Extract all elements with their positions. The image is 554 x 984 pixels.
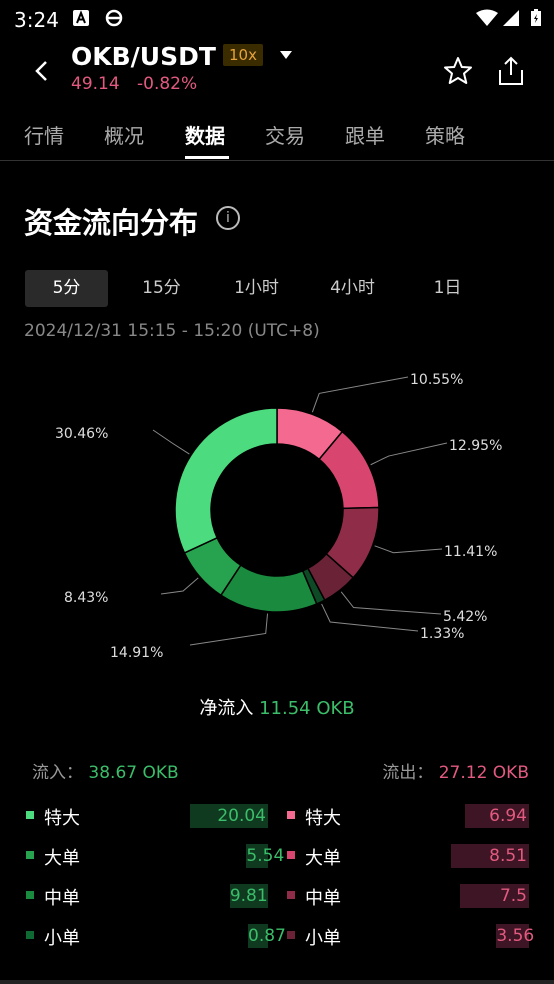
status-time: 3:24 xyxy=(14,8,59,32)
net-flow: 净流入 11.54 OKB xyxy=(0,694,554,720)
leader-line xyxy=(370,442,448,466)
app-a-icon xyxy=(73,10,89,26)
net-flow-label: 净流入 xyxy=(199,698,254,719)
outflow-legend-dot xyxy=(287,931,295,939)
inflow-legend-dot xyxy=(26,811,34,819)
inflow-row-bar: 5.54 xyxy=(246,844,285,868)
outflow-row-bar: 3.56 xyxy=(496,924,535,948)
interval-5m[interactable]: 5分 xyxy=(25,270,108,307)
leader-line xyxy=(160,577,199,595)
share-icon[interactable] xyxy=(497,56,525,86)
inflow-row-label: 大单 xyxy=(44,848,80,869)
tab-underline xyxy=(185,156,229,159)
net-flow-value: 11.54 OKB xyxy=(259,698,355,719)
slice-label: 1.33% xyxy=(420,626,465,642)
back-arrow-icon[interactable] xyxy=(32,60,52,82)
leader-line xyxy=(374,545,443,554)
battery-icon xyxy=(531,9,541,26)
slice-label: 8.43% xyxy=(64,590,109,606)
donut-slice xyxy=(174,407,278,554)
slice-label: 11.41% xyxy=(444,544,498,560)
inflow-legend-dot xyxy=(26,931,34,939)
tab-strategy[interactable]: 策略 xyxy=(425,120,465,149)
fund-flow-donut xyxy=(152,376,448,646)
outflow-row-bar: 6.94 xyxy=(465,804,529,828)
inflow-legend-dot xyxy=(26,851,34,859)
outflow-row-label: 中单 xyxy=(305,888,341,909)
outflow-value: 27.12 OKB xyxy=(438,763,529,783)
outflow-row-label: 特大 xyxy=(305,808,341,829)
inflow-row-label: 中单 xyxy=(44,888,80,909)
leader-line xyxy=(152,429,190,455)
outflow-row-bar: 8.51 xyxy=(451,844,529,868)
pair-title[interactable]: OKB/USDT xyxy=(71,42,216,71)
status-bar: 3:24 xyxy=(0,0,554,36)
tab-trade[interactable]: 交易 xyxy=(265,120,305,149)
tab-bar: 行情 概况 数据 交易 跟单 策略 xyxy=(0,110,554,161)
outflow-row-label: 大单 xyxy=(305,848,341,869)
outflow-total: 流出： 27.12 OKB xyxy=(382,758,529,783)
inflow-row-bar: 0.87 xyxy=(248,924,286,948)
wifi-icon xyxy=(476,9,498,26)
browser-e-icon xyxy=(105,9,123,27)
tab-market[interactable]: 行情 xyxy=(24,120,64,149)
bottom-divider xyxy=(0,980,554,984)
last-price: 49.14 xyxy=(71,74,120,94)
outflow-row-bar: 7.5 xyxy=(460,884,529,908)
interval-4h[interactable]: 4小时 xyxy=(311,270,394,307)
slice-label: 12.95% xyxy=(449,438,503,454)
leader-line xyxy=(189,613,269,646)
tab-overview[interactable]: 概况 xyxy=(104,120,144,149)
inflow-row-label: 小单 xyxy=(44,928,80,949)
price-change: -0.82% xyxy=(137,74,198,94)
interval-1d[interactable]: 1日 xyxy=(406,270,489,307)
dropdown-caret-icon[interactable] xyxy=(280,51,292,59)
inflow-legend-dot xyxy=(26,891,34,899)
signal-icon xyxy=(503,10,519,26)
outflow-legend-dot xyxy=(287,851,295,859)
inflow-row-bar: 20.04 xyxy=(190,804,268,828)
inflow-label: 流入： xyxy=(32,763,83,783)
inflow-total: 流入： 38.67 OKB xyxy=(32,758,179,783)
leader-line xyxy=(311,376,409,413)
header: OKB/USDT 10x 49.14 -0.82% xyxy=(0,36,554,106)
outflow-legend-dot xyxy=(287,811,295,819)
slice-label: 10.55% xyxy=(410,372,464,388)
inflow-row-bar: 9.81 xyxy=(229,884,268,908)
date-range: 2024/12/31 15:15 - 15:20 (UTC+8) xyxy=(24,321,320,341)
inflow-value: 38.67 OKB xyxy=(88,763,179,783)
star-icon[interactable] xyxy=(443,56,473,86)
tab-data[interactable]: 数据 xyxy=(185,120,225,149)
leader-line xyxy=(321,603,419,632)
leverage-badge[interactable]: 10x xyxy=(223,44,263,66)
interval-15m[interactable]: 15分 xyxy=(120,270,203,307)
outflow-label: 流出： xyxy=(382,763,434,783)
outflow-legend-dot xyxy=(287,891,295,899)
slice-label: 5.42% xyxy=(443,609,488,625)
info-icon[interactable]: i xyxy=(216,206,240,230)
outflow-row-label: 小单 xyxy=(305,928,341,949)
inflow-row-label: 特大 xyxy=(44,808,80,829)
section-title: 资金流向分布 xyxy=(24,206,199,240)
leader-line xyxy=(340,591,442,615)
interval-1h[interactable]: 1小时 xyxy=(215,270,298,307)
slice-label: 30.46% xyxy=(55,426,109,442)
slice-label: 14.91% xyxy=(110,645,164,661)
tab-copy[interactable]: 跟单 xyxy=(345,120,385,149)
